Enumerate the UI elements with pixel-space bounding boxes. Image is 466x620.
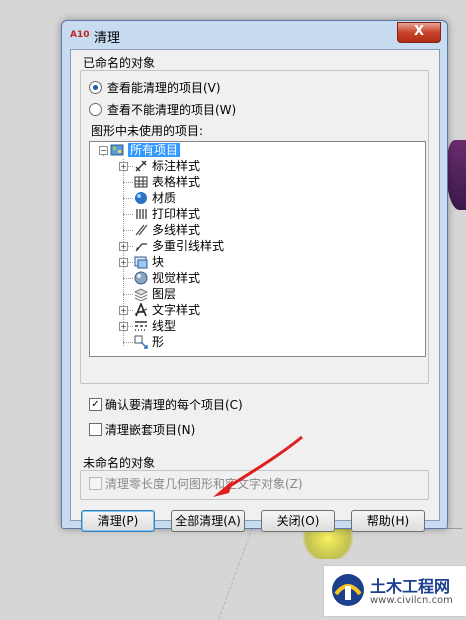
visual-style-icon [134, 271, 148, 285]
purge-dialog: A10 清理 X 已命名的对象 查看能清理的项目(V) 查看不能清理的项目(W)… [61, 20, 448, 532]
expand-toggle[interactable]: + [119, 258, 128, 267]
tree-connector [123, 159, 124, 346]
tree-connector [123, 278, 133, 279]
confirm-each-checkbox[interactable]: ✓ [89, 398, 102, 411]
view-nonpurgeable-radio[interactable] [89, 103, 102, 116]
confirm-each-label[interactable]: 确认要清理的每个项目(C) [105, 396, 243, 413]
dimension-style-icon [135, 160, 147, 172]
title-bar: A10 清理 X [62, 21, 447, 49]
purge-nested-checkbox[interactable] [89, 423, 102, 436]
purge-button[interactable]: 清理(P) [81, 510, 155, 532]
text-style-icon [134, 303, 148, 317]
expand-toggle[interactable]: + [119, 306, 128, 315]
expand-toggle[interactable]: + [119, 242, 128, 251]
shape-icon [134, 335, 148, 349]
tree-connector [123, 342, 133, 343]
watermark-url: www.civilcn.com [370, 595, 453, 606]
tree-item-mlinestyle[interactable]: 多线样式 [152, 222, 200, 238]
help-button[interactable]: 帮助(H) [351, 510, 425, 532]
zero-length-checkbox[interactable] [89, 477, 102, 490]
purge-nested-label[interactable]: 清理嵌套项目(N) [105, 421, 195, 438]
zero-length-label[interactable]: 清理零长度几何图形和空文字对象(Z) [105, 475, 303, 492]
view-nonpurgeable-label[interactable]: 查看不能清理的项目(W) [107, 101, 236, 118]
tree-item-mleaderstyle[interactable]: 多重引线样式 [152, 238, 224, 254]
tree-item-dimstyle[interactable]: 标注样式 [152, 158, 200, 174]
tree-item-block[interactable]: 块 [152, 254, 164, 270]
tree-root-label: 所有项目 [128, 143, 181, 157]
tree-item-material[interactable]: 材质 [152, 190, 176, 206]
multileader-style-icon [135, 243, 147, 252]
linetype-icon [135, 321, 147, 331]
watermark-logo: 土木工程网 www.civilcn.com [323, 565, 466, 617]
purge-all-button[interactable]: 全部清理(A) [171, 510, 245, 532]
dialog-body: 已命名的对象 查看能清理的项目(V) 查看不能清理的项目(W) 图形中未使用的项… [70, 49, 440, 532]
dialog-title: 清理 [94, 31, 121, 46]
close-icon: X [413, 24, 425, 39]
tree-item-tablestyle[interactable]: 表格样式 [152, 174, 200, 190]
tree-connector [123, 182, 133, 183]
tree-caption: 图形中未使用的项目: [91, 124, 204, 138]
view-purgeable-label[interactable]: 查看能清理的项目(V) [107, 79, 221, 96]
view-purgeable-radio[interactable] [89, 81, 102, 94]
purge-items-tree[interactable]: − 所有项目 + 标注样式 表格样式 材质 打印样式 多线样式 + 多重引线样式… [89, 141, 426, 357]
watermark-name: 土木工程网 [370, 577, 451, 596]
plot-style-icon [136, 209, 147, 219]
expand-toggle[interactable]: + [119, 162, 128, 171]
tree-item-layer[interactable]: 图层 [152, 286, 176, 302]
watermark-emblem-icon [332, 574, 364, 606]
tree-item-visualstyle[interactable]: 视觉样式 [152, 270, 200, 286]
drawing-items-icon [110, 144, 124, 156]
tree-item-plotstyle[interactable]: 打印样式 [152, 206, 200, 222]
tree-item-all[interactable]: 所有项目 [128, 142, 181, 158]
background-purple-shape [446, 140, 466, 210]
tree-connector [123, 230, 133, 231]
close-window-button[interactable]: X [397, 22, 441, 43]
tree-item-textstyle[interactable]: 文字样式 [152, 302, 200, 318]
layer-icon [134, 288, 148, 301]
table-style-icon [134, 176, 148, 188]
tree-connector [123, 294, 133, 295]
multiline-style-icon [135, 224, 148, 236]
material-icon [135, 192, 147, 204]
tree-connector [123, 198, 133, 199]
collapse-toggle[interactable]: − [99, 146, 108, 155]
expand-toggle[interactable]: + [119, 322, 128, 331]
tree-item-shape[interactable]: 形 [152, 334, 164, 350]
close-button[interactable]: 关闭(O) [261, 510, 335, 532]
autocad-app-icon: A10 [70, 30, 90, 40]
unnamed-objects-group-title: 未命名的对象 [83, 456, 156, 470]
block-icon [134, 256, 148, 269]
named-objects-group-title: 已命名的对象 [83, 56, 156, 70]
tree-item-linetype[interactable]: 线型 [152, 318, 176, 334]
tree-connector [123, 214, 133, 215]
